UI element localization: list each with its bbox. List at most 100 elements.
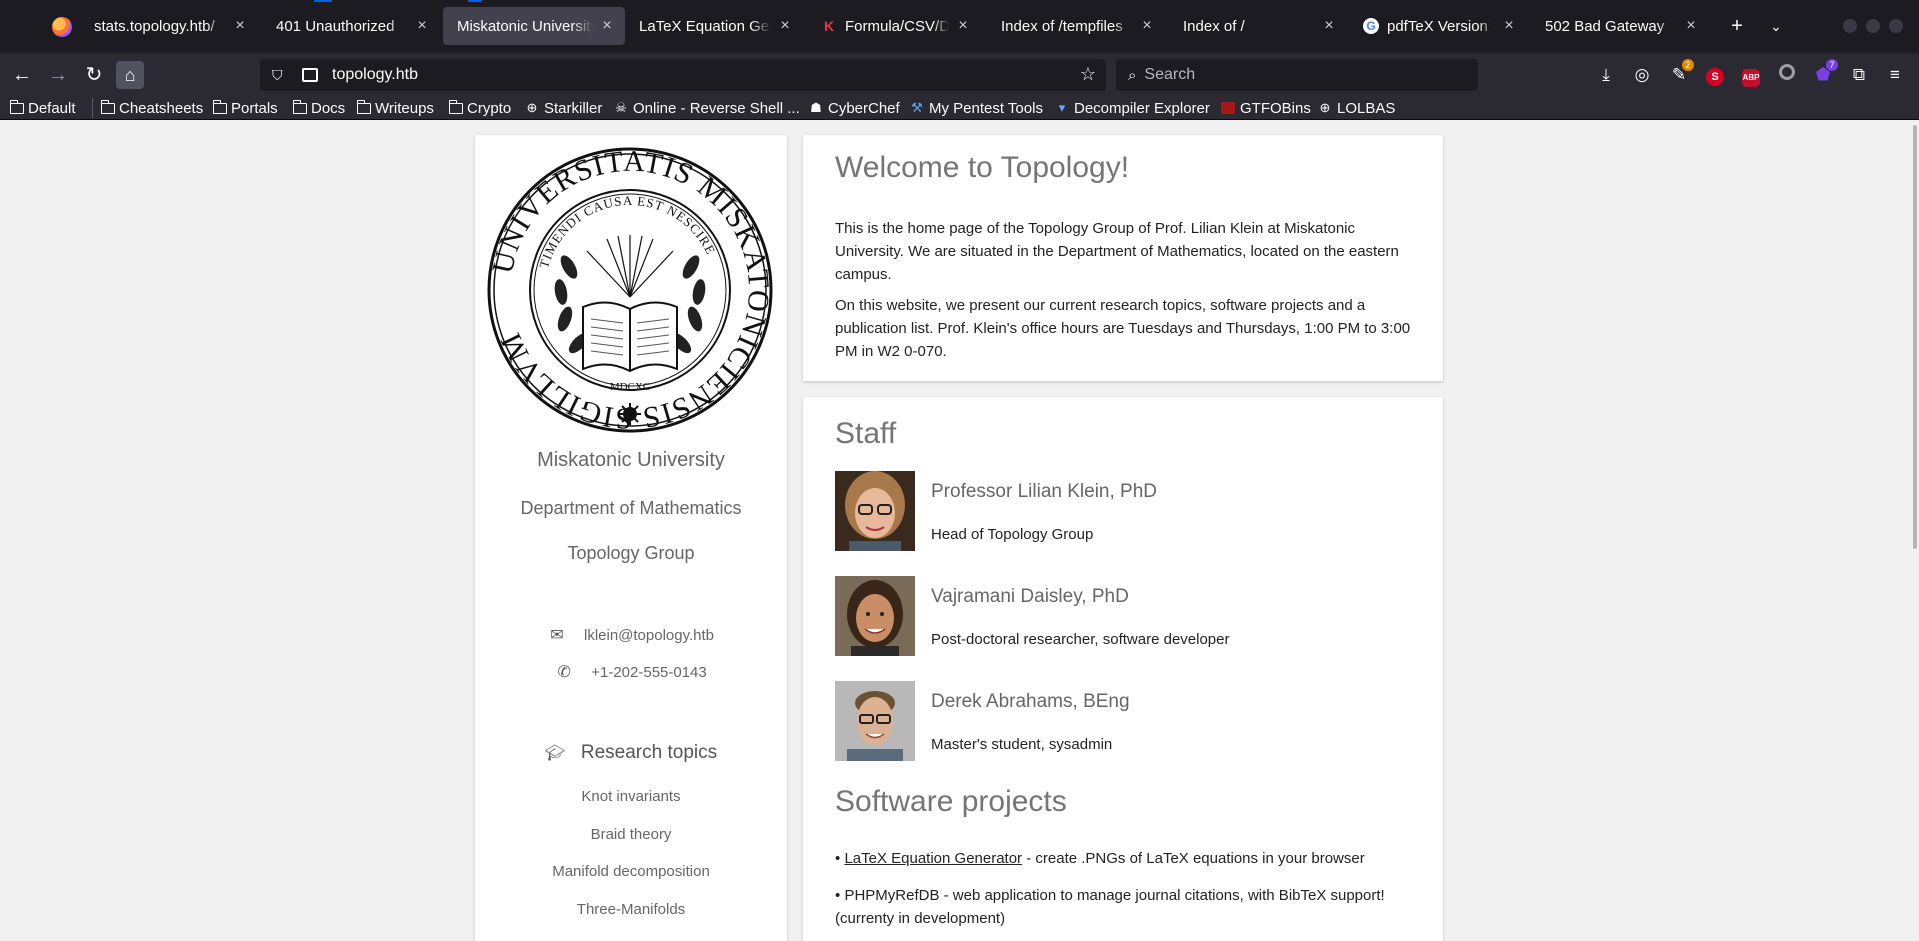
tab-index[interactable]: Index of / × <box>1169 7 1347 45</box>
bookmark-reverse-shell[interactable]: ☠ Online - Reverse Shell ... <box>614 98 800 118</box>
search-bar[interactable]: ⌕ Search <box>1116 59 1478 91</box>
close-tab-icon[interactable]: × <box>955 18 971 34</box>
avatar <box>835 471 915 551</box>
search-placeholder[interactable]: Search <box>1144 66 1195 84</box>
bookmark-label: Default <box>28 99 76 117</box>
window-minimize-icon[interactable] <box>1843 19 1857 33</box>
contact-email: ✉ lklein@topology.htb <box>475 625 787 645</box>
close-tab-icon[interactable]: × <box>777 18 793 34</box>
phone-text: +1-202-555-0143 <box>591 663 707 681</box>
bookmark-cyberchef[interactable]: ☗ CyberChef <box>809 98 900 118</box>
avatar <box>835 576 915 656</box>
close-tab-icon[interactable]: × <box>1139 18 1155 34</box>
downloads-icon[interactable]: ⤓ <box>1595 64 1617 86</box>
bookmark-label: Crypto <box>467 99 512 117</box>
bookmark-writeups[interactable]: Writeups <box>356 98 434 118</box>
firefox-menu-icon[interactable] <box>52 17 72 37</box>
navigation-toolbar: ← → ↻ ⌂ ⛉ topology.htb ☆ ⌕ Search ⤓ ◎ ✎ … <box>0 53 1919 96</box>
seal-star-icon <box>619 403 641 425</box>
app-menu-icon[interactable]: ≡ <box>1884 64 1906 86</box>
bookmark-star-icon[interactable]: ☆ <box>1080 64 1096 85</box>
bookmark-cheatsheets[interactable]: Cheatsheets <box>100 98 203 118</box>
close-tab-icon[interactable]: × <box>1683 18 1699 34</box>
window-maximize-icon[interactable] <box>1866 19 1880 33</box>
privacy-extension-icon[interactable] <box>1776 64 1798 86</box>
topic-item: Three-Manifolds <box>576 901 686 918</box>
back-icon[interactable]: ← <box>8 61 36 89</box>
bookmark-starkiller[interactable]: ⊕ Starkiller <box>525 98 603 118</box>
forward-icon[interactable]: → <box>44 61 72 89</box>
bookmark-gtfobins[interactable]: GTFOBins <box>1221 98 1311 118</box>
tools-icon: ⚒ <box>911 100 923 115</box>
tab-loading-indicator <box>314 0 332 2</box>
close-tab-icon[interactable]: × <box>414 18 430 34</box>
bookmark-decompiler[interactable]: ▾ Decompiler Explorer <box>1055 98 1210 118</box>
home-icon[interactable]: ⌂ <box>116 61 144 89</box>
bookmark-label: Docs <box>311 99 346 117</box>
tab-title: pdfTeX Version 3.14 <box>1387 17 1495 35</box>
bookmark-default[interactable]: Default <box>9 98 76 118</box>
group-name: Topology Group <box>567 543 695 563</box>
bookmark-lolbas[interactable]: ⊕ LOLBAS <box>1318 98 1396 118</box>
tab-stats[interactable]: stats.topology.htb/ × <box>80 7 258 45</box>
tab-miskatonic[interactable]: Miskatonic University × <box>443 7 625 45</box>
window-close-icon[interactable] <box>1889 19 1903 33</box>
bookmark-docs[interactable]: Docs <box>292 98 346 118</box>
close-tab-icon[interactable]: × <box>1501 18 1517 34</box>
tab-pdftex[interactable]: G pdfTeX Version 3.14 × <box>1349 7 1527 45</box>
tab-formula[interactable]: K Formula/CSV/Doc/ × <box>807 7 981 45</box>
reload-icon[interactable]: ↻ <box>80 61 108 89</box>
staff-card: Staff Professor Lilian Klein, PhD Head o… <box>803 397 1443 941</box>
globe-icon: ⊕ <box>1319 100 1331 115</box>
globe-icon: ⊕ <box>526 100 538 115</box>
bookmark-pentest-tools[interactable]: ⚒ My Pentest Tools <box>910 98 1043 118</box>
graduation-cap-icon: 🎓︎ <box>544 745 566 762</box>
folder-icon <box>448 99 463 114</box>
tracking-protection-shield-icon[interactable]: ⛉ <box>272 67 292 84</box>
welcome-paragraph-2: On this website, we present our current … <box>835 297 1411 360</box>
url-bar[interactable]: ⛉ topology.htb ☆ <box>260 59 1106 91</box>
staff-name: Vajramani Daisley, PhD <box>931 586 1129 607</box>
tab-502[interactable]: 502 Bad Gateway × <box>1531 7 1709 45</box>
staff-name: Professor Lilian Klein, PhD <box>931 481 1157 502</box>
tab-latex[interactable]: LaTeX Equation Generator × <box>625 7 803 45</box>
cookie-editor-icon[interactable]: ◎ <box>1631 64 1653 86</box>
foxyproxy-icon[interactable]: ✎ 2 <box>1668 59 1694 86</box>
wappalyzer-icon[interactable]: S <box>1704 64 1726 86</box>
list-all-tabs-icon[interactable]: ⌄ <box>1762 12 1790 40</box>
adblock-plus-icon[interactable]: ABP <box>1740 64 1762 87</box>
seal-year: MDCXC <box>610 381 650 393</box>
site-info-lock-icon[interactable] <box>302 68 318 82</box>
gtfobins-icon <box>1221 102 1235 114</box>
software-item: • LaTeX Equation Generator - create .PNG… <box>835 847 1415 870</box>
tab-strip: stats.topology.htb/ × 401 Unauthorized ×… <box>0 0 1919 53</box>
new-tab-icon[interactable]: + <box>1723 12 1751 40</box>
software-title: Software projects <box>835 785 1067 818</box>
research-heading-text: Research topics <box>580 742 718 763</box>
welcome-card: Welcome to Topology! This is the home pa… <box>803 135 1443 381</box>
folder-icon <box>292 99 307 114</box>
extensions-puzzle-icon[interactable]: ⧉ <box>1848 64 1870 86</box>
bookmark-portals[interactable]: Portals <box>212 98 278 118</box>
bookmark-crypto[interactable]: Crypto <box>448 98 512 118</box>
topic-item: Braid theory <box>590 826 672 843</box>
skull-icon: ☠ <box>615 100 627 115</box>
tab-title: 502 Bad Gateway <box>1545 17 1665 35</box>
department-name: Department of Mathematics <box>520 498 742 518</box>
staff-name: Derek Abrahams, BEng <box>931 691 1130 712</box>
close-tab-icon[interactable]: × <box>1321 18 1337 34</box>
url-text[interactable]: topology.htb <box>332 66 418 84</box>
phone-icon: ✆ <box>557 664 571 681</box>
tab-tempfiles[interactable]: Index of /tempfiles × <box>987 7 1165 45</box>
welcome-title: Welcome to Topology! <box>835 151 1130 184</box>
close-tab-icon[interactable]: × <box>232 18 248 34</box>
page-scrollbar[interactable] <box>1913 125 1917 549</box>
hack-tools-icon[interactable]: ⬟ 7 <box>1812 59 1838 86</box>
latex-generator-link[interactable]: LaTeX Equation Generator <box>844 850 1022 867</box>
close-tab-icon[interactable]: × <box>599 18 615 34</box>
research-topics-heading: 🎓︎ Research topics <box>475 742 787 764</box>
university-name: Miskatonic University <box>537 449 725 471</box>
tab-401[interactable]: 401 Unauthorized × <box>262 7 440 45</box>
tab-title: 401 Unauthorized <box>276 17 395 35</box>
bullet: • <box>835 887 841 904</box>
